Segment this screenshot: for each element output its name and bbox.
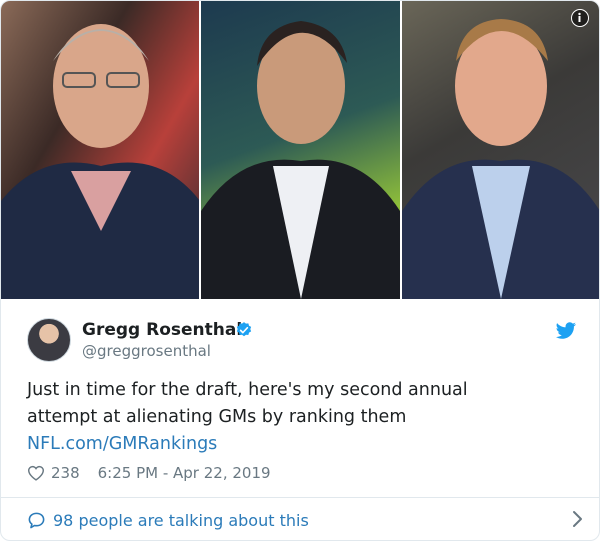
footer-divider xyxy=(1,497,599,498)
tweet-header: Gregg Rosenthal @greggrosenthal xyxy=(27,316,587,366)
speech-bubble-icon xyxy=(28,512,45,528)
photo-2[interactable] xyxy=(201,1,400,299)
tweet-text-line-1: Just in time for the draft, here's my se… xyxy=(27,380,468,400)
twitter-bird-icon[interactable] xyxy=(555,322,577,340)
author-handle[interactable]: @greggrosenthal xyxy=(82,342,211,360)
tweet-timestamp[interactable]: 6:25 PM - Apr 22, 2019 xyxy=(98,464,271,482)
tweet-text-line-2: attempt at alienating GMs by ranking the… xyxy=(27,407,407,427)
tweet-text: Just in time for the draft, here's my se… xyxy=(27,377,567,458)
avatar[interactable] xyxy=(27,318,71,362)
like-count[interactable]: 238 xyxy=(51,464,80,482)
author-name[interactable]: Gregg Rosenthal xyxy=(82,320,242,340)
photo-3-figure xyxy=(401,19,599,299)
info-glyph xyxy=(578,12,581,22)
info-icon[interactable] xyxy=(571,9,589,27)
photo-1-figure xyxy=(1,24,200,299)
photo-1[interactable] xyxy=(1,1,200,299)
chevron-right-icon[interactable] xyxy=(571,510,583,528)
tweet-link[interactable]: NFL.com/GMRankings xyxy=(27,431,567,458)
tweet-meta: 238 6:25 PM - Apr 22, 2019 xyxy=(27,462,271,484)
photo-3[interactable] xyxy=(401,1,599,299)
talking-about-row[interactable]: 98 people are talking about this xyxy=(27,507,583,533)
photo-collage[interactable] xyxy=(1,1,599,299)
tweet-card[interactable]: Gregg Rosenthal @greggrosenthal Just in … xyxy=(0,0,600,541)
heart-icon[interactable] xyxy=(27,465,45,481)
photo-2-figure xyxy=(201,21,400,299)
talking-about-text[interactable]: 98 people are talking about this xyxy=(53,511,309,530)
verified-badge-icon xyxy=(236,322,252,337)
